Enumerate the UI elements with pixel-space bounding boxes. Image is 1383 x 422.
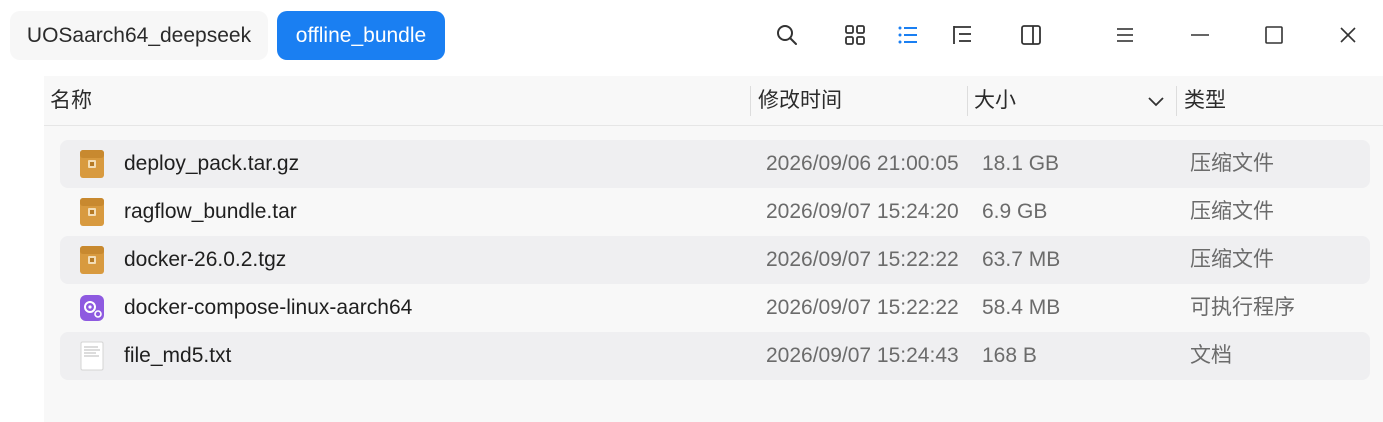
file-size: 6.9 GB: [982, 200, 1048, 223]
close-icon: [1340, 27, 1356, 43]
file-row[interactable]: docker-compose-linux-aarch64 2026/09/07 …: [60, 284, 1370, 332]
close-button[interactable]: [1329, 16, 1367, 54]
menu-icon: [1117, 28, 1133, 42]
file-name: docker-26.0.2.tgz: [124, 248, 287, 271]
file-type: 压缩文件: [1190, 200, 1274, 223]
preview-panel-icon: [1021, 25, 1041, 45]
list-view-button[interactable]: [889, 16, 927, 54]
column-header-modified[interactable]: 修改时间: [758, 76, 842, 125]
chevron-down-icon[interactable]: [1145, 90, 1167, 112]
column-header-type[interactable]: 类型: [1184, 76, 1226, 125]
icon-view-button[interactable]: [836, 16, 874, 54]
file-size: 63.7 MB: [982, 248, 1061, 271]
file-type: 文档: [1190, 344, 1232, 367]
tree-view-button[interactable]: [943, 16, 981, 54]
list-view-icon: [898, 26, 917, 44]
file-modified: 2026/09/07 15:24:43: [766, 344, 959, 367]
archive-icon: [80, 150, 104, 178]
file-row[interactable]: ragflow_bundle.tar 2026/09/07 15:24:20 6…: [60, 188, 1370, 236]
preview-panel-button[interactable]: [1012, 16, 1050, 54]
file-row[interactable]: deploy_pack.tar.gz 2026/09/06 21:00:05 1…: [60, 140, 1370, 188]
executable-icon: [80, 295, 104, 321]
file-size: 18.1 GB: [982, 152, 1060, 175]
maximize-button[interactable]: [1255, 16, 1293, 54]
file-type: 压缩文件: [1190, 248, 1274, 271]
archive-icon: [80, 246, 104, 274]
title-bar: UOSaarch64_deepseek offline_bundle: [0, 0, 1383, 76]
file-name: deploy_pack.tar.gz: [124, 152, 300, 175]
file-row[interactable]: docker-26.0.2.tgz 2026/09/07 15:22:22 63…: [60, 236, 1370, 284]
file-modified: 2026/09/07 15:22:22: [766, 248, 959, 271]
tree-view-icon: [953, 26, 971, 44]
breadcrumb-item-uosaarch64-deepseek[interactable]: UOSaarch64_deepseek: [10, 11, 268, 60]
column-divider[interactable]: [967, 86, 968, 116]
column-divider[interactable]: [1176, 86, 1177, 116]
file-row[interactable]: file_md5.txt 2026/09/07 15:24:43 168 B 文…: [60, 332, 1370, 380]
file-modified: 2026/09/07 15:22:22: [766, 296, 959, 319]
file-list-view: 名称 修改时间 大小 类型 deploy_pack.tar.gz 2026/09…: [44, 76, 1383, 422]
minimize-button[interactable]: [1181, 16, 1219, 54]
breadcrumb-item-offline-bundle[interactable]: offline_bundle: [277, 11, 445, 60]
search-button[interactable]: [768, 16, 806, 54]
file-type: 可执行程序: [1190, 296, 1295, 319]
search-icon: [777, 25, 797, 45]
file-modified: 2026/09/06 21:00:05: [766, 152, 959, 175]
file-type: 压缩文件: [1190, 152, 1274, 175]
file-name: docker-compose-linux-aarch64: [124, 296, 413, 319]
file-size: 168 B: [982, 344, 1037, 367]
icon-view-icon: [845, 25, 865, 45]
maximize-icon: [1265, 26, 1283, 44]
archive-icon: [80, 198, 104, 226]
file-name: file_md5.txt: [124, 344, 232, 367]
file-name: ragflow_bundle.tar: [124, 200, 297, 223]
column-header-name[interactable]: 名称: [50, 76, 92, 125]
column-header: 名称 修改时间 大小 类型: [44, 76, 1383, 126]
column-header-size[interactable]: 大小: [974, 76, 1016, 125]
column-divider[interactable]: [750, 86, 751, 116]
minimize-icon: [1191, 34, 1209, 36]
file-size: 58.4 MB: [982, 296, 1061, 319]
file-modified: 2026/09/07 15:24:20: [766, 200, 959, 223]
file-list: deploy_pack.tar.gz 2026/09/06 21:00:05 1…: [60, 140, 1370, 380]
text-document-icon: [80, 341, 104, 371]
main-menu-button[interactable]: [1106, 16, 1144, 54]
